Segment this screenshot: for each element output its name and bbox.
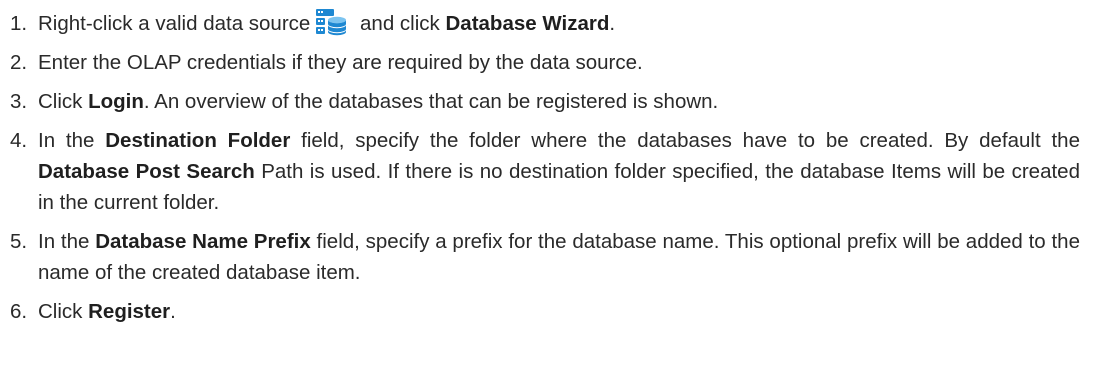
- ui-term: Database Name Prefix: [95, 230, 311, 253]
- step-4: 4. In the Destination Folder field, spec…: [10, 125, 1080, 218]
- step-text-part: .: [609, 12, 616, 35]
- step-number: 1.: [10, 12, 28, 35]
- step-text: Click Login. An overview of the database…: [38, 86, 1080, 117]
- step-text-part: Click: [38, 90, 89, 113]
- instruction-list: 1. Right-click a valid data source and c…: [0, 0, 1080, 327]
- step-number: 5.: [10, 230, 28, 253]
- ui-term: Destination Folder: [105, 129, 291, 152]
- step-text: In the Database Name Prefix field, speci…: [38, 226, 1080, 288]
- step-number: 4.: [10, 129, 28, 152]
- step-text: Right-click a valid data source and clic…: [38, 8, 1080, 39]
- step-1: 1. Right-click a valid data source and c…: [10, 8, 1080, 39]
- step-text-part: In the: [38, 129, 106, 152]
- ui-term: Register: [88, 300, 171, 323]
- ui-term: Login: [88, 90, 144, 113]
- step-text-part: and click: [354, 12, 446, 35]
- step-text: In the Destination Folder field, specify…: [38, 125, 1080, 218]
- step-text-part: Right-click a valid data source: [38, 12, 311, 35]
- ui-term: Database Post Search: [38, 160, 255, 183]
- database-source-icon: [314, 8, 348, 36]
- step-text: Click Register.: [38, 296, 1080, 327]
- step-number: 3.: [10, 90, 28, 113]
- step-number: 6.: [10, 300, 28, 323]
- step-3: 3. Click Login. An overview of the datab…: [10, 86, 1080, 117]
- step-6: 6. Click Register.: [10, 296, 1080, 327]
- step-5: 5. In the Database Name Prefix field, sp…: [10, 226, 1080, 288]
- step-text-part: .: [170, 300, 176, 323]
- step-number: 2.: [10, 51, 28, 74]
- step-2: 2. Enter the OLAP credentials if they ar…: [10, 47, 1080, 78]
- step-text-part: In the: [38, 230, 96, 253]
- ui-term: Database Wizard: [445, 12, 610, 35]
- step-text-part: field, specify the folder where the data…: [290, 129, 1080, 152]
- step-text: Enter the OLAP credentials if they are r…: [38, 51, 643, 74]
- step-text-part: . An overview of the databases that can …: [143, 90, 719, 113]
- step-text-part: Click: [38, 300, 89, 323]
